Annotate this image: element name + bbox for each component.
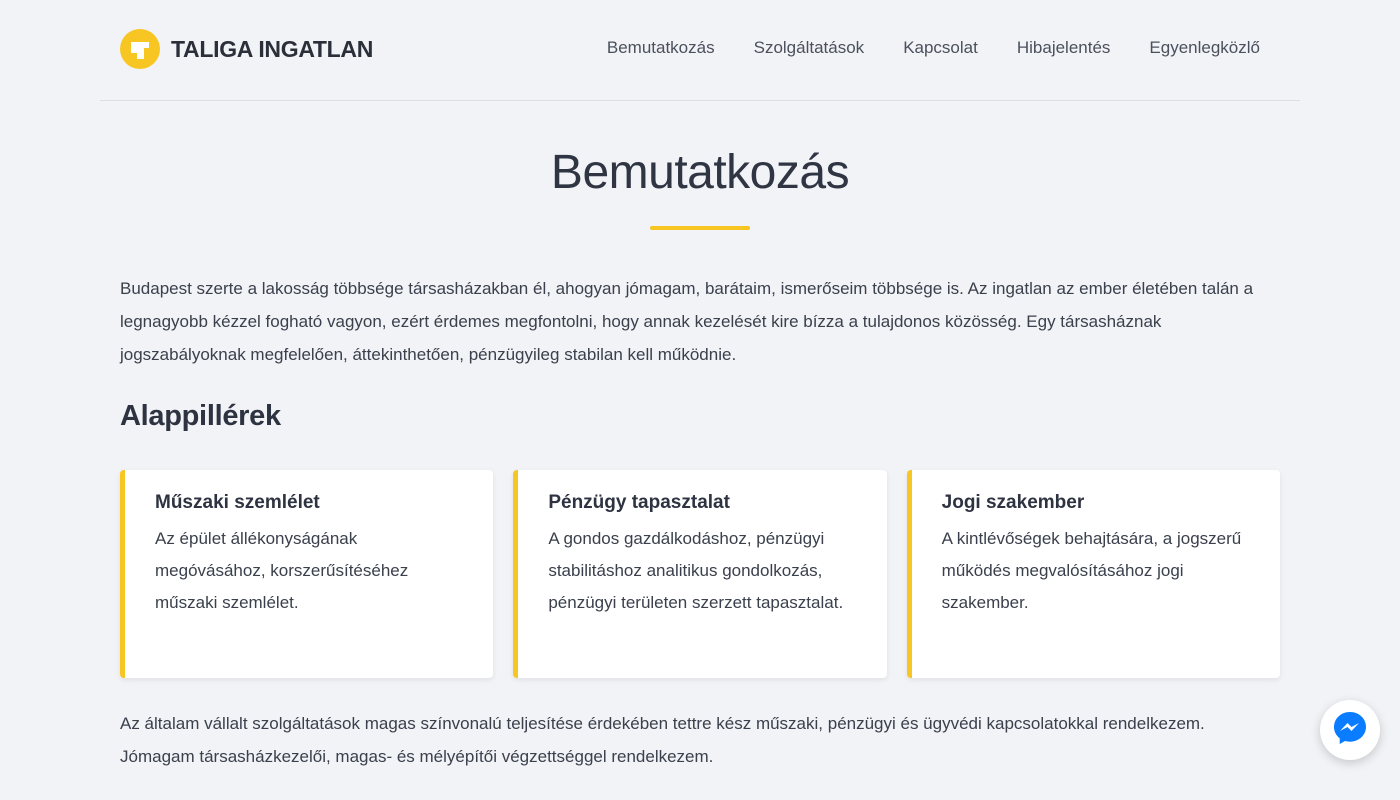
intro-paragraph: Budapest szerte a lakosság többsége társ… xyxy=(120,279,1254,364)
nav-item-hibajelentes[interactable]: Hibajelentés xyxy=(1017,38,1111,58)
messenger-chat-button[interactable] xyxy=(1320,700,1380,760)
nav-item-egyenlegkozlo[interactable]: Egyenlegközlő xyxy=(1149,38,1260,58)
pillar-cards: Műszaki szemlélet Az épület állékonyságá… xyxy=(120,470,1280,678)
title-underline-divider xyxy=(650,226,750,230)
outro-paragraph: Az általam vállalt szolgáltatások magas … xyxy=(120,714,1205,766)
section-heading-alappillerek: Alappillérek xyxy=(120,400,281,432)
brand-name: TALIGA INGATLAN xyxy=(171,35,374,62)
pillar-card-text: A gondos gazdálkodáshoz, pénzügyi stabil… xyxy=(548,529,844,612)
pillar-card-title: Pénzügy tapasztalat xyxy=(548,492,730,513)
taliga-t-logo-icon xyxy=(120,29,160,69)
brand-logo-link[interactable]: TALIGA INGATLAN xyxy=(120,29,373,69)
pillar-card-text: A kintlévőségek behajtására, a jogszerű … xyxy=(941,529,1242,612)
messenger-icon xyxy=(1331,709,1369,752)
page: TALIGA INGATLAN Bemutatkozás Szolgáltatá… xyxy=(0,0,1400,800)
nav-item-bemutatkozas[interactable]: Bemutatkozás xyxy=(607,38,715,58)
pillar-card-title: Műszaki szemlélet xyxy=(155,492,320,513)
main-nav: Bemutatkozás Szolgáltatások Kapcsolat Hi… xyxy=(568,38,1260,58)
pillar-card-text: Az épület állékonyságának megóvásához, k… xyxy=(155,529,409,612)
pillar-card-jogi: Jogi szakember A kintlévőségek behajtásá… xyxy=(906,470,1280,678)
pillar-card-penzugy: Pénzügy tapasztalat A gondos gazdálkodás… xyxy=(513,470,887,678)
site-header: TALIGA INGATLAN Bemutatkozás Szolgáltatá… xyxy=(100,0,1300,101)
page-title: Bemutatkozás xyxy=(550,146,850,199)
pillar-card-muszaki: Műszaki szemlélet Az épület állékonyságá… xyxy=(120,470,494,678)
nav-item-kapcsolat[interactable]: Kapcsolat xyxy=(903,38,978,58)
pillar-card-title: Jogi szakember xyxy=(941,492,1085,513)
nav-item-szolgaltatasok[interactable]: Szolgáltatások xyxy=(754,38,865,58)
